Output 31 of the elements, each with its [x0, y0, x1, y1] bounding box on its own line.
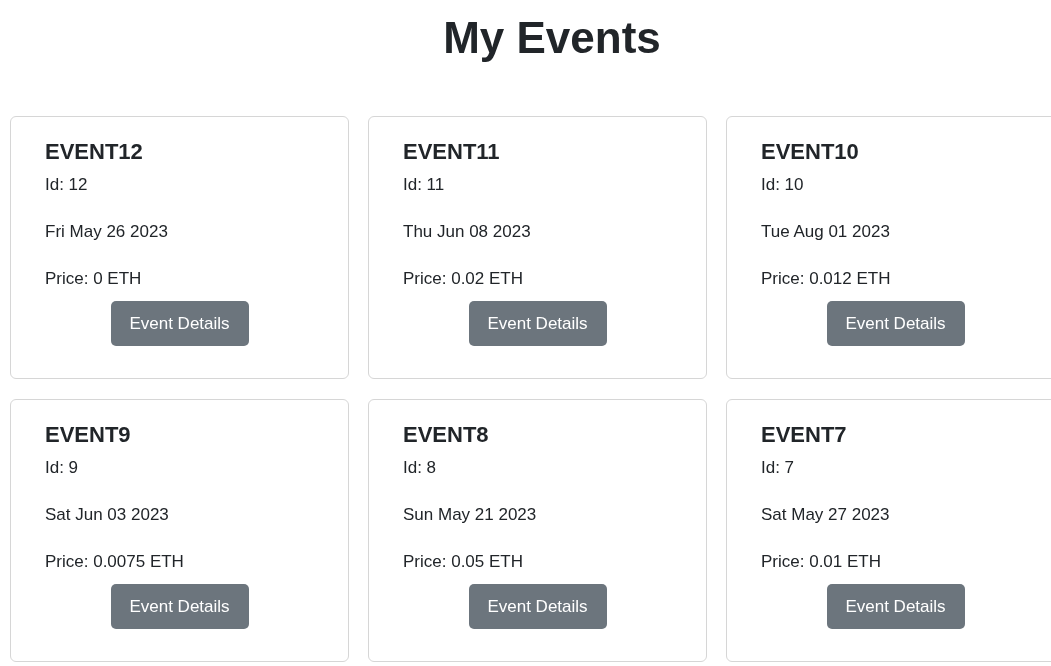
event-price: Price: 0.01 ETH [761, 551, 881, 573]
event-date: Thu Jun 08 2023 [403, 221, 531, 243]
event-details-button[interactable]: Event Details [468, 301, 607, 346]
event-price: Price: 0.0075 ETH [45, 551, 184, 573]
event-details-button[interactable]: Event Details [110, 301, 249, 346]
event-id: Id: 7 [761, 457, 795, 479]
event-name: EVENT8 [403, 422, 489, 447]
event-details-button[interactable]: Event Details [110, 584, 249, 629]
event-details-button[interactable]: Event Details [826, 584, 965, 629]
event-date: Sun May 21 2023 [403, 504, 537, 526]
event-name: EVENT7 [761, 422, 847, 447]
event-name: EVENT10 [761, 139, 859, 164]
event-id: Id: 8 [403, 457, 437, 479]
event-id: Id: 12 [45, 174, 88, 196]
event-price: Price: 0.012 ETH [761, 268, 891, 290]
event-price: Price: 0.05 ETH [403, 551, 523, 573]
event-name: EVENT11 [403, 139, 500, 164]
event-price: Price: 0.02 ETH [403, 268, 523, 290]
event-details-button[interactable]: Event Details [468, 584, 607, 629]
event-id: Id: 10 [761, 174, 804, 196]
event-date: Sat May 27 2023 [761, 504, 890, 526]
event-id: Id: 11 [403, 174, 445, 196]
page-title: My Events [443, 12, 661, 64]
event-details-button[interactable]: Event Details [826, 301, 965, 346]
event-name: EVENT9 [45, 422, 131, 447]
event-date: Tue Aug 01 2023 [761, 221, 890, 243]
event-id: Id: 9 [45, 457, 79, 479]
event-name: EVENT12 [45, 139, 143, 164]
event-date: Fri May 26 2023 [45, 221, 168, 243]
event-price: Price: 0 ETH [45, 268, 142, 290]
event-date: Sat Jun 03 2023 [45, 504, 169, 526]
